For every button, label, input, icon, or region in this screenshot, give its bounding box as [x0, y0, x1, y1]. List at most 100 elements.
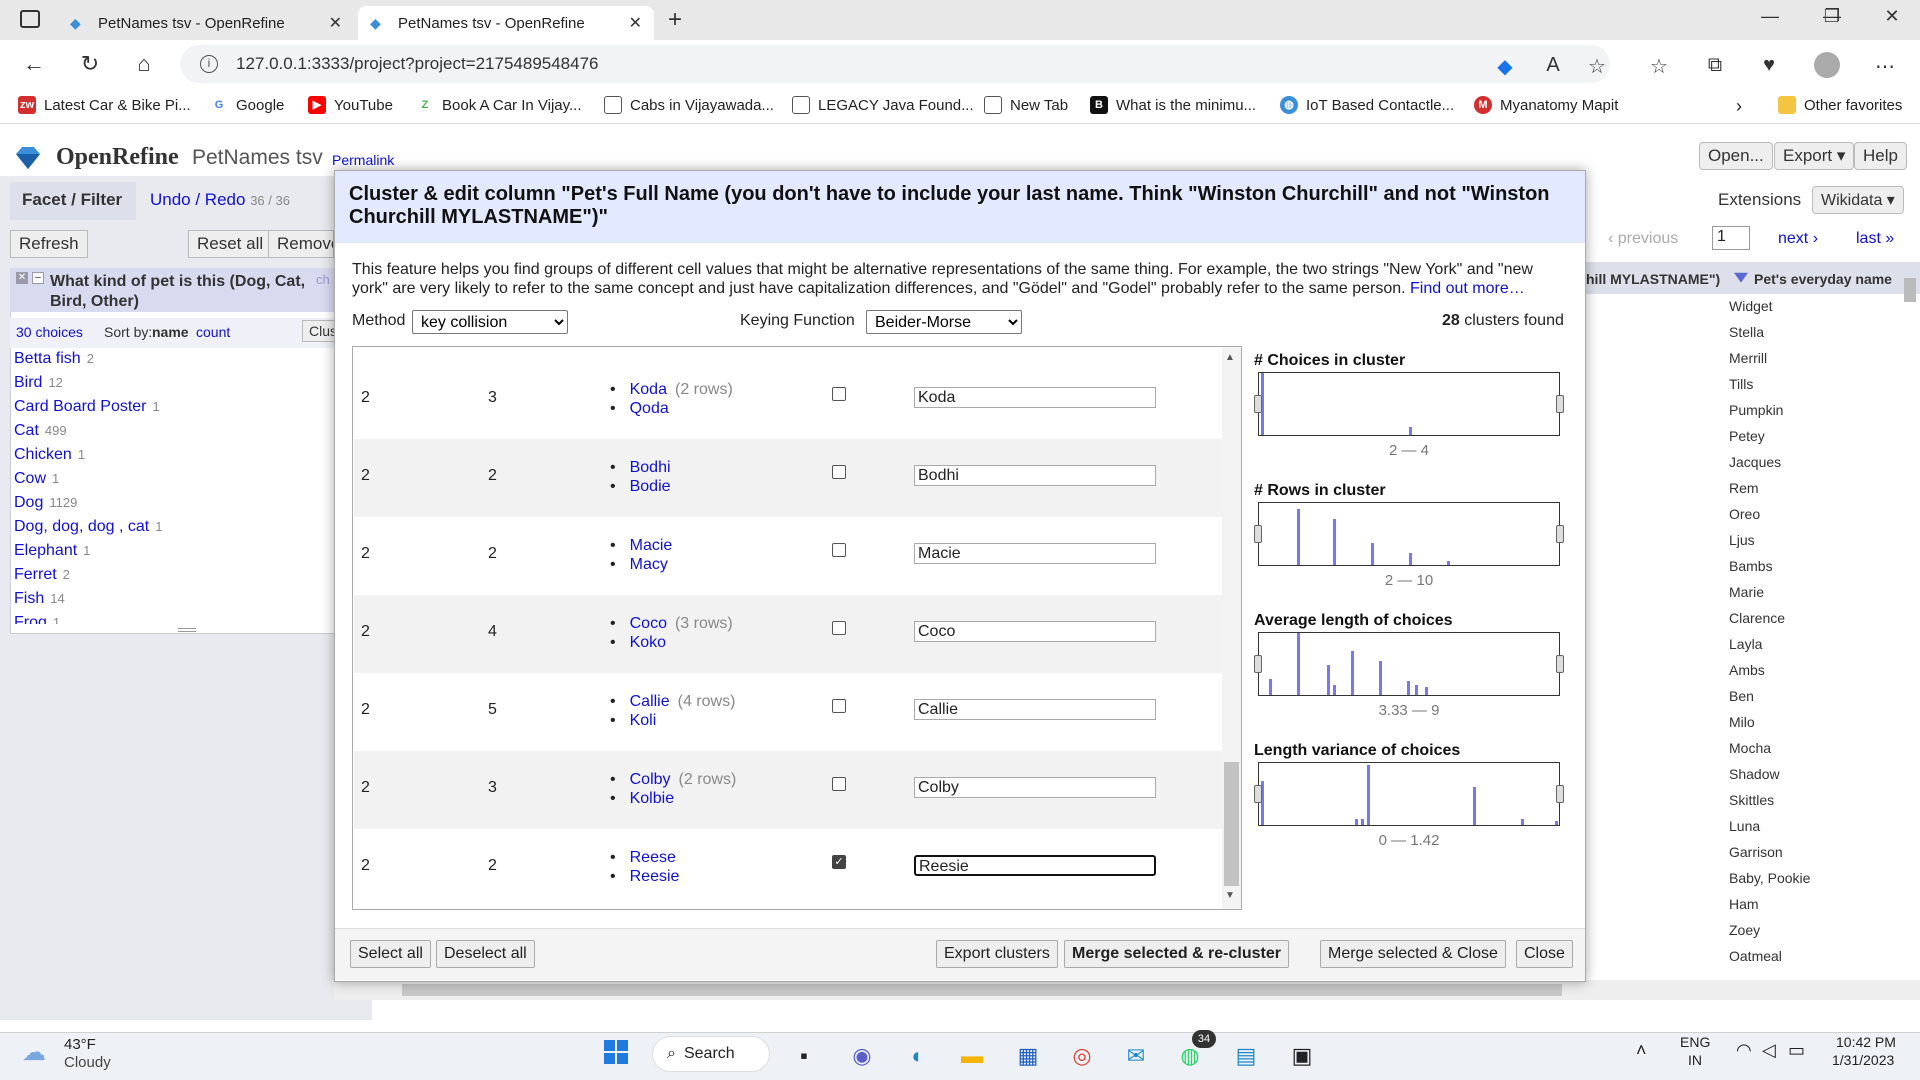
wifi-icon[interactable]: ◠ [1736, 1040, 1752, 1061]
bookmark-item[interactable]: G Google [210, 96, 284, 114]
bookmark-item[interactable]: LEGACY Java Found... [792, 96, 974, 114]
cluster-value[interactable]: Bodhi [630, 458, 671, 477]
find-out-more-link[interactable]: Find out more… [1410, 280, 1525, 297]
clock-date[interactable]: 1/31/2023 [1832, 1052, 1894, 1068]
cluster-value[interactable]: Bodie [630, 477, 671, 496]
facet-choice[interactable]: Fish 14 [14, 590, 65, 608]
project-name[interactable]: PetNames tsv [192, 146, 323, 170]
window-close-icon[interactable]: ✕ [1872, 6, 1912, 27]
sort-name[interactable]: name [152, 324, 189, 340]
home-icon[interactable]: ⌂ [128, 48, 160, 80]
histogram-right-handle[interactable] [1556, 655, 1564, 673]
facet-change-link[interactable]: ch [316, 272, 330, 287]
tab-undo-redo[interactable]: Undo / Redo 36 / 36 [150, 190, 290, 210]
grid-cell[interactable]: Zoey [1729, 922, 1760, 938]
notepad-icon[interactable]: ▤ [1226, 1036, 1266, 1076]
grid-cell[interactable]: Widget [1729, 298, 1773, 314]
cluster-value[interactable]: Koda (2 rows) [630, 380, 733, 399]
add-favorite-icon[interactable]: ☆ [1584, 54, 1610, 79]
refresh-icon[interactable]: ↻ [74, 48, 106, 80]
language-indicator[interactable]: ENG [1680, 1034, 1710, 1050]
grid-cell[interactable]: Mocha [1729, 740, 1771, 756]
file-explorer-icon[interactable]: ▬ [952, 1036, 992, 1076]
remove-all-button[interactable]: Remove [268, 230, 334, 258]
bookmark-item[interactable]: Cabs in Vijayawada... [604, 96, 774, 114]
bookmark-item[interactable]: ▶ YouTube [308, 96, 393, 114]
grid-cell[interactable]: Ham [1729, 896, 1759, 912]
weather-cloud-icon[interactable]: ☁ [22, 1038, 46, 1067]
bookmark-item[interactable]: M Myanatomy Mapit [1474, 96, 1618, 114]
browser-tab-2[interactable]: ◆ PetNames tsv - OpenRefine ✕ [358, 6, 654, 40]
histogram-chart[interactable] [1254, 632, 1564, 696]
region-indicator[interactable]: IN [1688, 1052, 1702, 1068]
deselect-all-button[interactable]: Deselect all [436, 940, 535, 968]
clock-time[interactable]: 10:42 PM [1836, 1034, 1896, 1050]
grid-cell[interactable]: Baby, Pookie [1729, 870, 1810, 886]
collections-icon[interactable]: ⧉ [1702, 54, 1728, 77]
open-button[interactable]: Open... [1699, 142, 1773, 170]
grid-cell[interactable]: Jacques [1729, 454, 1781, 470]
facet-choice[interactable]: Ferret 2 [14, 566, 70, 584]
tab-facet-filter[interactable]: Facet / Filter [10, 182, 136, 220]
cluster-value-text[interactable]: Qoda [630, 400, 669, 417]
export-clusters-button[interactable]: Export clusters [936, 940, 1058, 968]
profile-avatar[interactable] [1814, 52, 1840, 78]
chat-icon[interactable]: ◉ [842, 1036, 882, 1076]
histogram-chart[interactable] [1254, 762, 1564, 826]
cluster-value-text[interactable]: Colby [630, 771, 671, 788]
grid-cell[interactable]: Marie [1729, 584, 1764, 600]
histogram-left-handle[interactable] [1254, 395, 1262, 413]
grid-cell[interactable]: Ljus [1729, 532, 1755, 548]
grid-vertical-scrollbar[interactable] [1904, 278, 1916, 302]
bookmark-item[interactable]: zw Latest Car & Bike Pi... [18, 96, 191, 114]
cluster-value-text[interactable]: Kolbie [630, 790, 674, 807]
site-info-icon[interactable]: i [200, 55, 218, 73]
grid-cell[interactable]: Oreo [1729, 506, 1760, 522]
sort-count-link[interactable]: count [196, 324, 230, 340]
method-select[interactable]: key collision [412, 310, 568, 334]
scroll-down-icon[interactable]: ▼ [1225, 890, 1235, 901]
bookmark-item[interactable]: Z Book A Car In Vijay... [416, 96, 582, 114]
cluster-value-text[interactable]: Coco [630, 615, 667, 632]
cluster-value[interactable]: Qoda [630, 399, 733, 418]
temperature[interactable]: 43°F [64, 1036, 96, 1053]
new-cell-value-input[interactable]: Callie [914, 699, 1156, 720]
cluster-value[interactable]: Callie (4 rows) [630, 692, 736, 711]
mail-icon[interactable]: ✉ [1116, 1036, 1156, 1076]
close-button[interactable]: Close [1516, 940, 1573, 968]
cluster-value[interactable]: Colby (2 rows) [630, 770, 737, 789]
bookmark-item[interactable]: ◍ IoT Based Contactle... [1280, 96, 1454, 114]
grid-cell[interactable]: Tills [1729, 376, 1753, 392]
permalink-link[interactable]: Permalink [332, 152, 394, 168]
facet-choice[interactable]: Chicken 1 [14, 446, 85, 464]
merge-close-button[interactable]: Merge selected & Close [1320, 940, 1506, 968]
grid-cell[interactable]: Stella [1729, 324, 1764, 340]
cluster-value[interactable]: Macie [630, 536, 673, 555]
extension-icon[interactable]: ◆ [1492, 54, 1518, 79]
browser-essentials-icon[interactable]: ♥ [1756, 54, 1782, 77]
favorites-icon[interactable]: ☆ [1646, 54, 1672, 79]
page-number-input[interactable]: 1 [1712, 226, 1750, 250]
edge-icon[interactable]: ◐ [898, 1036, 938, 1076]
cluster-value[interactable]: Macy [630, 555, 672, 574]
url-field[interactable]: i 127.0.0.1:3333/project?project=2175489… [180, 45, 1610, 83]
cluster-value-text[interactable]: Bodie [630, 478, 671, 495]
grid-cell[interactable]: Layla [1729, 636, 1762, 652]
merge-checkbox[interactable] [832, 699, 846, 713]
new-tab-icon[interactable]: + [668, 6, 682, 34]
facet-choice[interactable]: Elephant 1 [14, 542, 90, 560]
grid-cell[interactable]: Garrison [1729, 844, 1783, 860]
cluster-value[interactable]: Reesie [630, 867, 680, 886]
grid-cell[interactable]: Skittles [1729, 792, 1774, 808]
window-minimize-icon[interactable]: — [1750, 6, 1790, 27]
cluster-value[interactable]: Koli [630, 711, 735, 730]
merge-checkbox[interactable] [832, 777, 846, 791]
grid-cell[interactable]: Shadow [1729, 766, 1780, 782]
facet-choice[interactable]: Betta fish 2 [14, 350, 94, 368]
volume-icon[interactable]: ◁ [1762, 1040, 1776, 1061]
tab-actions-icon[interactable] [20, 10, 40, 28]
keying-function-select[interactable]: Beider-Morse [866, 310, 1022, 334]
grid-cell[interactable]: Ambs [1729, 662, 1765, 678]
cluster-value-text[interactable]: Koko [630, 634, 666, 651]
new-cell-value-input[interactable]: Coco [914, 621, 1156, 642]
